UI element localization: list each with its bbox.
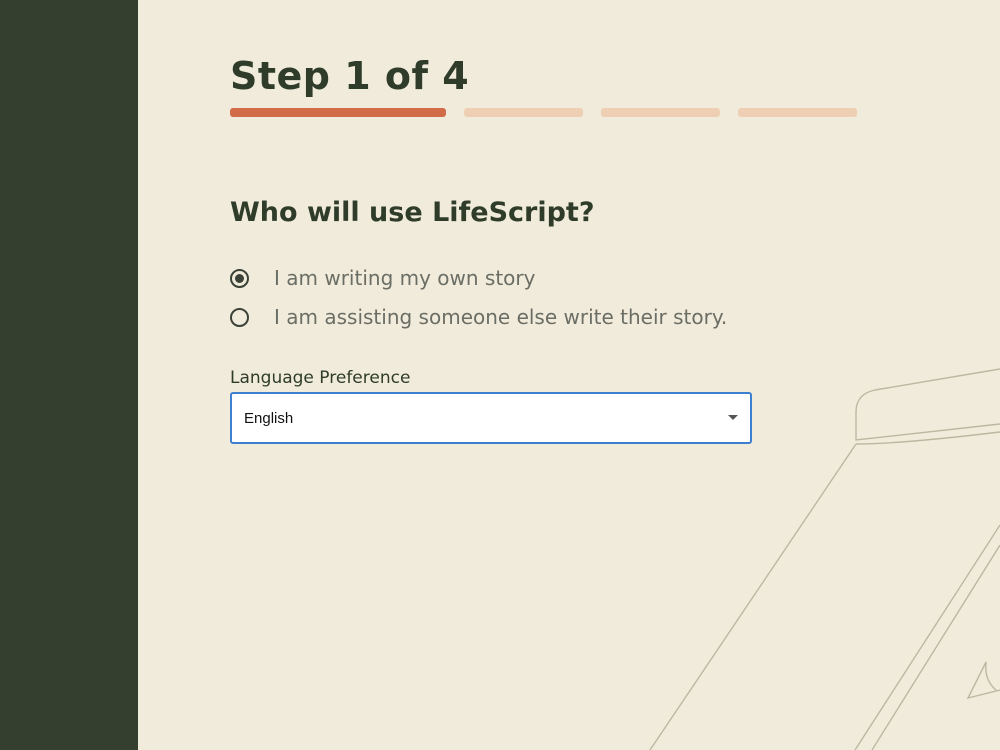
progress-segment-step-3 bbox=[601, 108, 720, 117]
sidebar bbox=[0, 0, 138, 750]
language-preference-label: Language Preference bbox=[230, 368, 411, 388]
progress-segment-step-4 bbox=[738, 108, 857, 117]
onboarding-form: Step 1 of 4 Who will use LifeScript? I a… bbox=[230, 0, 930, 750]
question-heading: Who will use LifeScript? bbox=[230, 197, 595, 228]
caret-down-icon bbox=[728, 415, 738, 420]
radio-option-own-story[interactable]: I am writing my own story bbox=[230, 263, 535, 293]
radio-option-label: I am writing my own story bbox=[274, 266, 536, 290]
progress-segment-step-1 bbox=[230, 108, 446, 117]
radio-option-label: I am assisting someone else write their … bbox=[274, 305, 728, 329]
radio-option-assisting[interactable]: I am assisting someone else write their … bbox=[230, 302, 727, 332]
radio-button-unselected[interactable] bbox=[230, 307, 249, 327]
step-title: Step 1 of 4 bbox=[230, 54, 470, 98]
step-progress-bar bbox=[230, 108, 860, 117]
language-select-value: English bbox=[244, 409, 294, 427]
radio-button-selected[interactable] bbox=[230, 268, 249, 288]
language-select[interactable]: English bbox=[230, 392, 752, 444]
progress-segment-step-2 bbox=[464, 108, 583, 117]
